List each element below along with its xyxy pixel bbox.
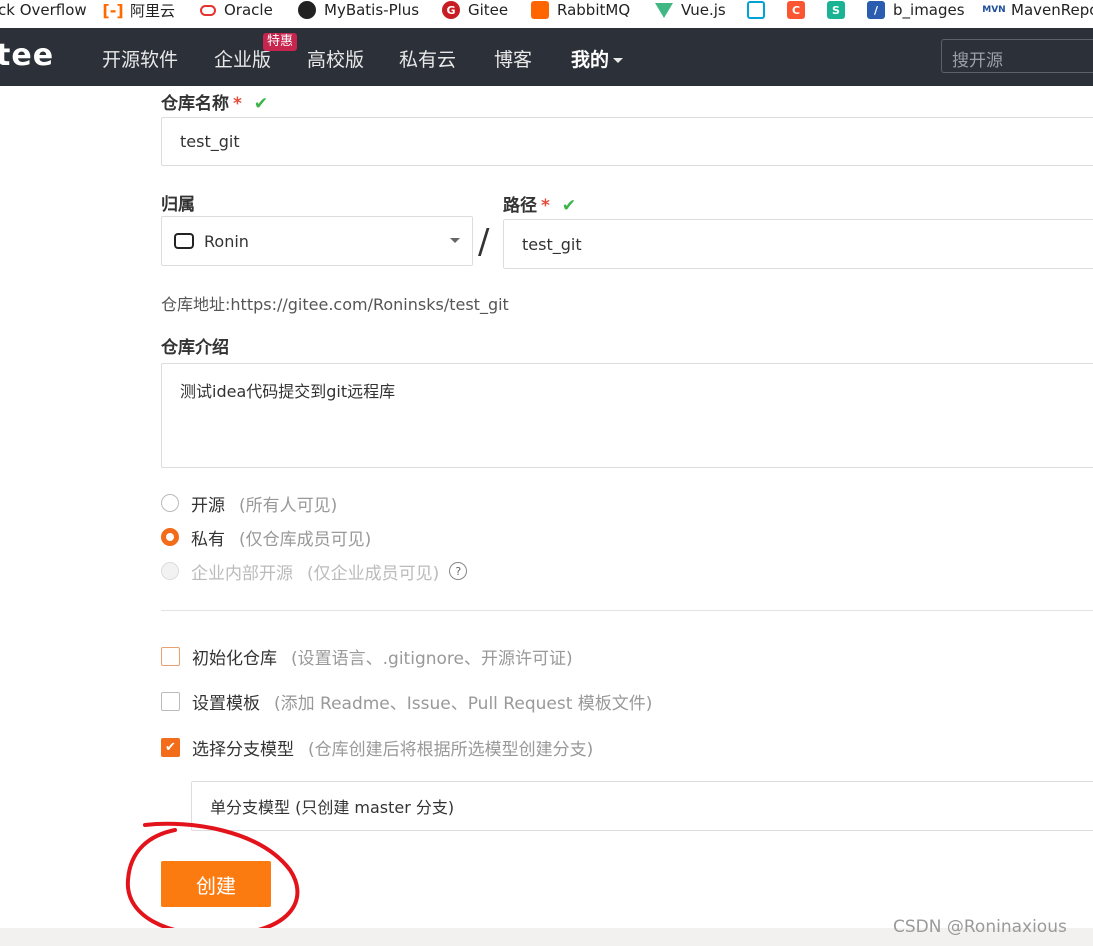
- chevron-down-icon: [450, 238, 460, 243]
- csdn-icon: C: [787, 1, 805, 19]
- repo-name-label: 仓库名称 * ✔: [161, 89, 268, 114]
- owner-value: Ronin: [204, 231, 249, 251]
- option-init-repo[interactable]: 初始化仓库 (设置语言、.gitignore、开源许可证): [161, 645, 573, 669]
- bookmark-gitee[interactable]: G Gitee: [442, 0, 508, 20]
- gitee-icon: G: [442, 1, 460, 19]
- bookmark-mybatis[interactable]: MyBatis-Plus: [298, 0, 419, 20]
- owner-select[interactable]: Ronin: [161, 216, 473, 266]
- section-divider: [161, 610, 1093, 611]
- branch-model-value: 单分支模型 (只创建 master 分支): [210, 798, 455, 817]
- gitee-logo[interactable]: tee: [0, 38, 54, 73]
- bookmark-label: 阿里云: [130, 1, 176, 20]
- intro-textarea[interactable]: 测试idea代码提交到git远程库: [161, 363, 1093, 468]
- nav-private-cloud[interactable]: 私有云: [399, 45, 456, 72]
- question-icon[interactable]: ?: [449, 562, 468, 580]
- watermark: CSDN @Roninaxious: [893, 917, 1067, 937]
- option-label: 选择分支模型: [192, 739, 294, 760]
- option-hint: (设置语言、.gitignore、开源许可证): [291, 648, 573, 669]
- radio-checked-icon[interactable]: [161, 528, 179, 546]
- bookmark-label: ck Overflow: [0, 1, 87, 19]
- bookmark-label: Vue.js: [681, 1, 726, 19]
- oracle-icon: [200, 4, 216, 16]
- option-label: 初始化仓库: [192, 648, 277, 669]
- owner-label: 归属: [161, 195, 195, 215]
- radio-label: 开源: [191, 495, 225, 516]
- option-label: 设置模板: [192, 693, 260, 714]
- vue-icon: [655, 2, 673, 18]
- bookmark-label: RabbitMQ: [557, 1, 631, 19]
- checkbox-icon[interactable]: [161, 691, 180, 711]
- checkbox-checked-icon[interactable]: ✔: [161, 737, 180, 757]
- nav-blog[interactable]: 博客: [494, 45, 532, 72]
- intro-value: 测试idea代码提交到git远程库: [180, 382, 396, 401]
- radio-label: 企业内部开源: [191, 563, 293, 584]
- branch-model-select[interactable]: 单分支模型 (只创建 master 分支): [191, 781, 1093, 831]
- radio-hint: (仅仓库成员可见): [239, 529, 372, 550]
- create-button[interactable]: 创建: [161, 861, 271, 907]
- radio-disabled-icon: [161, 562, 179, 580]
- bookmark-label: Gitee: [468, 1, 509, 19]
- visibility-private[interactable]: 私有 (仅仓库成员可见): [161, 526, 372, 550]
- search-input[interactable]: 搜开源: [941, 39, 1093, 73]
- radio-hint: (仅企业成员可见): [307, 563, 440, 584]
- bookmark-stackoverflow[interactable]: ck Overflow: [0, 0, 87, 20]
- bookmark-label: Oracle: [224, 1, 273, 19]
- repo-address-value: https://gitee.com/Roninsks/test_git: [230, 295, 509, 314]
- visibility-enterprise: 企业内部开源 (仅企业成员可见) ?: [161, 560, 468, 584]
- nav-open-source[interactable]: 开源软件: [102, 45, 178, 72]
- bookmark-aliyun[interactable]: [-] 阿里云: [102, 0, 176, 20]
- check-icon: ✔: [561, 196, 577, 216]
- bookmark-bilibili[interactable]: [747, 0, 773, 20]
- repo-address: 仓库地址:https://gitee.com/Roninsks/test_git: [161, 291, 509, 315]
- top-navbar: tee 开源软件 企业版 特惠 高校版 私有云 博客 我的 搜开源: [0, 28, 1093, 86]
- bookmark-rabbitmq[interactable]: RabbitMQ: [531, 0, 630, 20]
- repo-name-value: test_git: [180, 132, 240, 151]
- maven-icon: MVN: [982, 5, 1006, 15]
- repo-name-input[interactable]: test_git: [161, 117, 1093, 166]
- avatar: [174, 233, 194, 249]
- repo-name-label-text: 仓库名称: [161, 94, 229, 114]
- bookmark-b-images[interactable]: / b_images: [867, 0, 965, 20]
- option-hint: (添加 Readme、Issue、Pull Request 模板文件): [274, 693, 653, 714]
- promo-badge: 特惠: [263, 33, 298, 51]
- option-hint: (仓库创建后将根据所选模型创建分支): [308, 739, 594, 760]
- bookmark-label: MavenRepo: [1011, 1, 1093, 19]
- bookmark-s[interactable]: S: [827, 0, 853, 20]
- radio-label: 私有: [191, 529, 225, 550]
- bookmark-label: MyBatis-Plus: [324, 1, 420, 19]
- bookmark-csdn[interactable]: C: [787, 0, 813, 20]
- intro-label: 仓库介绍: [161, 338, 229, 358]
- nav-mine[interactable]: 我的: [571, 45, 624, 72]
- bookmark-vue[interactable]: Vue.js: [655, 0, 726, 20]
- option-template[interactable]: 设置模板 (添加 Readme、Issue、Pull Request 模板文件): [161, 690, 653, 714]
- path-input[interactable]: test_git: [503, 219, 1093, 269]
- path-label-text: 路径: [503, 196, 537, 216]
- b-images-icon: /: [867, 1, 885, 19]
- s-icon: S: [827, 1, 845, 19]
- bookmark-label: b_images: [893, 1, 965, 19]
- check-icon: ✔: [253, 94, 269, 114]
- aliyun-icon: [-]: [102, 0, 124, 20]
- repo-address-label: 仓库地址:: [161, 295, 231, 314]
- bookmark-oracle[interactable]: Oracle: [200, 0, 273, 20]
- bookmark-maven[interactable]: MVN MavenRepo: [982, 0, 1093, 20]
- option-branch-model[interactable]: ✔ 选择分支模型 (仓库创建后将根据所选模型创建分支): [161, 736, 594, 760]
- radio-unchecked-icon[interactable]: [161, 494, 179, 512]
- path-value: test_git: [522, 234, 582, 254]
- nav-university[interactable]: 高校版: [307, 45, 364, 72]
- visibility-public[interactable]: 开源 (所有人可见): [161, 492, 338, 516]
- required-mark: *: [233, 94, 242, 114]
- rabbitmq-icon: [531, 1, 549, 19]
- path-separator: /: [478, 222, 490, 262]
- mybatis-icon: [298, 1, 316, 19]
- path-label: 路径 * ✔: [503, 191, 576, 216]
- radio-hint: (所有人可见): [239, 495, 338, 516]
- search-placeholder: 搜开源: [952, 51, 1003, 71]
- chevron-down-icon: [613, 58, 624, 63]
- required-mark: *: [541, 196, 550, 216]
- checkbox-icon[interactable]: [161, 646, 180, 666]
- bookmarks-bar: ck Overflow [-] 阿里云 Oracle MyBatis-Plus …: [0, 0, 1093, 28]
- bilibili-icon: [747, 1, 765, 19]
- nav-mine-label: 我的: [571, 49, 610, 71]
